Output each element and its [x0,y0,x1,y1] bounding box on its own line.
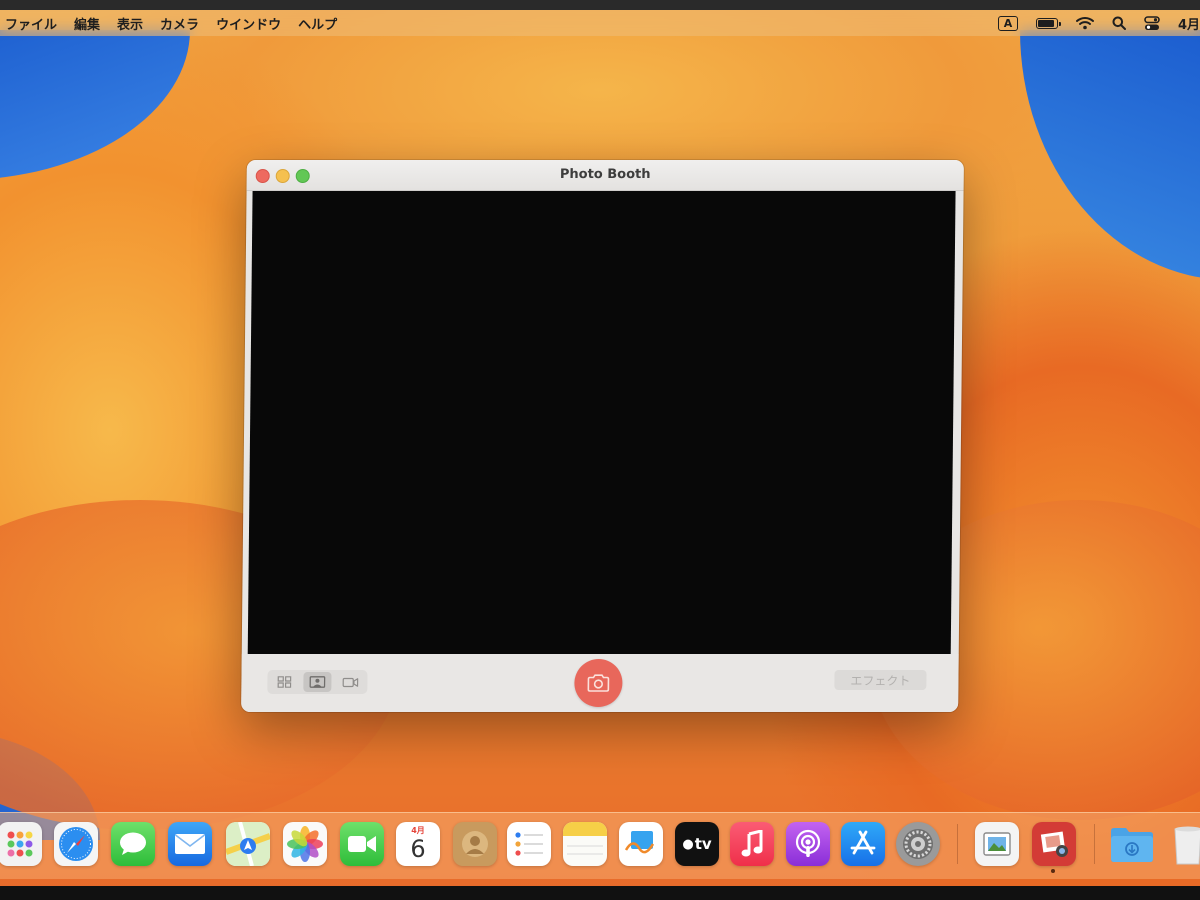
wallpaper-blue-region-right [1020,30,1200,280]
menu-help[interactable]: ヘルプ [298,14,337,33]
dock-facetime[interactable] [340,822,384,866]
window-toolbar: エフェクト [241,654,959,712]
safari-compass-icon [59,827,93,861]
dock-maps[interactable] [226,822,270,866]
photos-flower-icon [287,826,323,862]
dock-calendar[interactable]: 4月 6 [396,822,440,866]
dock-notes[interactable] [563,822,607,866]
dock-podcasts[interactable] [786,822,830,866]
menu-view[interactable]: 表示 [117,14,143,33]
envelope-icon [175,834,205,854]
take-photo-button[interactable] [574,659,623,707]
dock-preview[interactable] [975,822,1019,866]
gear-icon [903,829,933,859]
video-camera-icon [342,677,359,687]
control-center-icon[interactable] [1144,15,1160,31]
dock-contacts[interactable] [453,822,497,866]
camera-preview [247,191,956,654]
app-store-icon [850,830,876,855]
grid-mode-button[interactable] [270,672,298,692]
dock-downloads-folder[interactable] [1110,822,1154,866]
dock-photo-booth[interactable] [1032,822,1076,866]
search-icon[interactable] [1112,16,1126,30]
dock-freeform[interactable] [619,822,663,866]
menu-window[interactable]: ウインドウ [216,14,281,33]
dock-launchpad[interactable] [0,822,42,866]
menu-camera[interactable]: カメラ [160,14,199,33]
reminders-list-icon [515,832,543,856]
dock-safari[interactable] [54,822,98,866]
facetime-video-icon [348,836,376,852]
preview-photos-icon [983,832,1011,856]
video-mode-button[interactable] [337,672,365,692]
effects-button[interactable]: エフェクト [834,670,927,690]
folder-download-icon [1111,828,1153,862]
window-titlebar[interactable]: Photo Booth [246,160,964,191]
wallpaper-blue-region-left [0,30,190,180]
grid-four-icon [277,676,291,688]
launchpad-icon [7,831,33,857]
dock-trash[interactable] [1166,822,1200,866]
apple-tv-label: tv [694,835,712,853]
speech-bubble-icon [120,832,146,855]
photo-booth-icon [1040,831,1068,857]
menu-bar-date[interactable]: 4月 [1178,14,1200,33]
status-area: A 4月 [997,10,1200,36]
dock-system-settings[interactable] [896,822,940,866]
window-title: Photo Booth [559,167,651,182]
freeform-board-icon [624,831,655,854]
capture-mode-selector [267,670,368,694]
dock-mail[interactable] [168,822,212,866]
trash-icon [1174,826,1200,865]
battery-icon[interactable] [1035,17,1061,29]
apple-tv-logo-icon: ● [682,836,694,852]
notes-pad-icon [563,822,607,855]
menu-file[interactable]: ファイル [5,14,57,33]
calendar-day: 6 [410,835,426,863]
podcasts-icon [795,829,821,857]
portrait-photo-icon [309,676,326,688]
music-note-icon [741,830,763,857]
input-source-icon[interactable]: A [997,15,1018,31]
photo-booth-running-indicator [1051,869,1055,873]
menu-edit[interactable]: 編集 [74,14,100,33]
dock-apple-tv[interactable]: ● tv [675,822,719,866]
dock-photos[interactable] [283,822,327,866]
maps-icon [226,822,270,866]
menu-bar: ファイル 編集 表示 カメラ ウインドウ ヘルプ A 4月 [0,10,1200,36]
wifi-icon[interactable] [1075,16,1094,30]
dock-separator [1094,824,1095,864]
camera-icon [587,674,610,692]
dock-reminders[interactable] [507,822,551,866]
dock-music[interactable] [730,822,774,866]
dock-separator [957,824,958,864]
photo-booth-window: Photo Booth エフェクト [241,160,964,712]
dock-messages[interactable] [111,822,155,866]
contacts-person-icon [462,831,488,857]
dock-app-store[interactable] [841,822,885,866]
single-photo-mode-button[interactable] [303,672,332,692]
